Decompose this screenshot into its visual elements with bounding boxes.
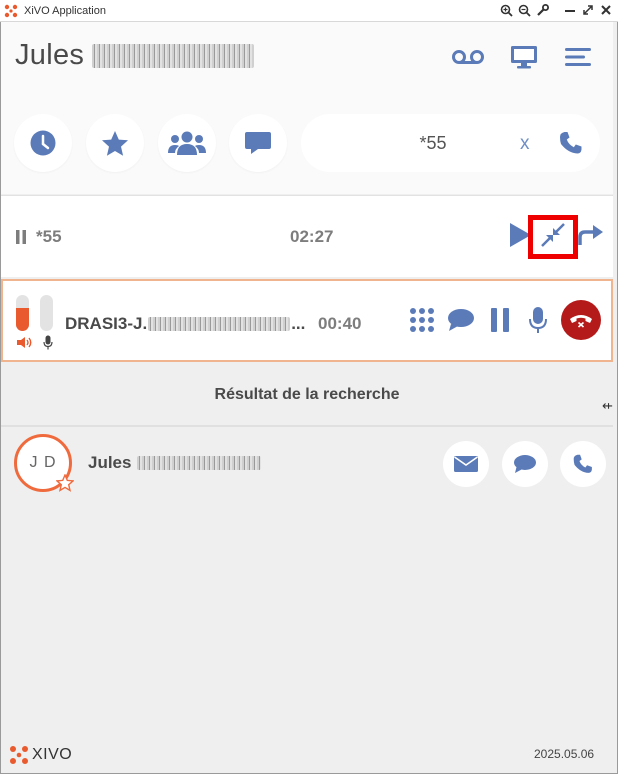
held-call-row: *55 02:27: [1, 195, 613, 277]
wrench-icon[interactable]: [534, 2, 550, 18]
dial-search-input[interactable]: [321, 128, 545, 158]
redacted-caller-name: [148, 317, 291, 331]
user-first-name: Jules: [15, 39, 85, 71]
app-version: 2025.05.06: [534, 747, 595, 761]
merge-calls-button[interactable]: [538, 220, 568, 250]
envelope-icon: [454, 456, 478, 472]
mic-level-meter: [40, 295, 53, 331]
dialpad-icon: [410, 308, 434, 332]
active-call-duration: 00:40: [318, 314, 362, 333]
contact-result-row[interactable]: J D Jules: [1, 429, 613, 497]
speaker-level-meter: [16, 295, 29, 331]
redacted-contact-last-name: [137, 456, 262, 470]
hangup-button[interactable]: [561, 300, 601, 340]
chat-contact-button[interactable]: [502, 441, 548, 487]
held-call-duration: 02:27: [290, 227, 334, 246]
phone-icon[interactable]: [558, 130, 584, 156]
header: Jules x: [1, 22, 613, 194]
chat-button[interactable]: [229, 114, 287, 172]
microphone-icon: [529, 307, 547, 333]
call-contact-button[interactable]: [560, 441, 606, 487]
favorites-button[interactable]: [86, 114, 144, 172]
held-call-number: *55: [36, 227, 62, 246]
window-title: XiVO Application: [24, 4, 106, 17]
forward-arrow-icon: [578, 225, 603, 245]
clock-icon: [30, 130, 56, 156]
chat-bubble-icon: [448, 309, 474, 331]
search-results-heading: Résultat de la recherche: [1, 364, 613, 427]
compress-icon: [541, 223, 565, 247]
users-icon: [168, 131, 206, 155]
resize-cursor-icon: ⇷: [602, 398, 613, 413]
dialpad-button[interactable]: [407, 305, 437, 335]
xivo-logo-icon: [4, 4, 18, 17]
contact-name: Jules: [88, 453, 262, 473]
star-icon: [102, 130, 128, 156]
brand-name: XIVO: [32, 746, 73, 763]
zoom-in-icon[interactable]: [498, 2, 514, 18]
dial-search-box: x: [301, 114, 600, 172]
active-caller-name: DRASI3-J. ...: [65, 314, 305, 334]
email-contact-button[interactable]: [443, 441, 489, 487]
mic-small-icon: [43, 335, 53, 350]
pause-icon: [491, 308, 509, 332]
chat-bubble-icon: [514, 455, 536, 473]
voicemail-icon[interactable]: [450, 42, 486, 72]
caller-name-ellipsis: ...: [291, 314, 306, 333]
call-chat-button[interactable]: [446, 305, 476, 335]
maximize-icon[interactable]: [580, 2, 596, 18]
close-icon[interactable]: [598, 2, 614, 18]
redacted-last-name: [92, 43, 255, 68]
zoom-out-icon[interactable]: [516, 2, 532, 18]
hangup-icon: [570, 315, 592, 328]
transfer-call-button[interactable]: [577, 220, 605, 250]
minimize-icon[interactable]: [562, 2, 578, 18]
window-titlebar: XiVO Application: [0, 0, 618, 22]
speaker-icon: [17, 337, 32, 348]
phone-icon: [573, 454, 592, 473]
current-user-name: Jules: [15, 39, 255, 72]
monitor-icon[interactable]: [506, 42, 542, 72]
active-call-row: DRASI3-J. ... 00:40: [1, 279, 613, 362]
pause-icon: [16, 230, 26, 244]
clear-search-button[interactable]: x: [520, 133, 530, 155]
speaker-level-fill: [16, 307, 29, 331]
footer-brand: XIVO: [9, 745, 72, 765]
chat-icon: [245, 132, 271, 154]
hold-call-button[interactable]: [485, 305, 515, 335]
menu-icon[interactable]: [560, 42, 596, 72]
caller-name-visible: DRASI3-J.: [65, 314, 148, 333]
history-button[interactable]: [14, 114, 72, 172]
xivo-logo-icon: [10, 746, 28, 764]
favorite-star-icon[interactable]: [56, 474, 74, 492]
mute-button[interactable]: [523, 305, 553, 335]
contact-first-name: Jules: [88, 453, 132, 472]
contacts-button[interactable]: [158, 114, 216, 172]
